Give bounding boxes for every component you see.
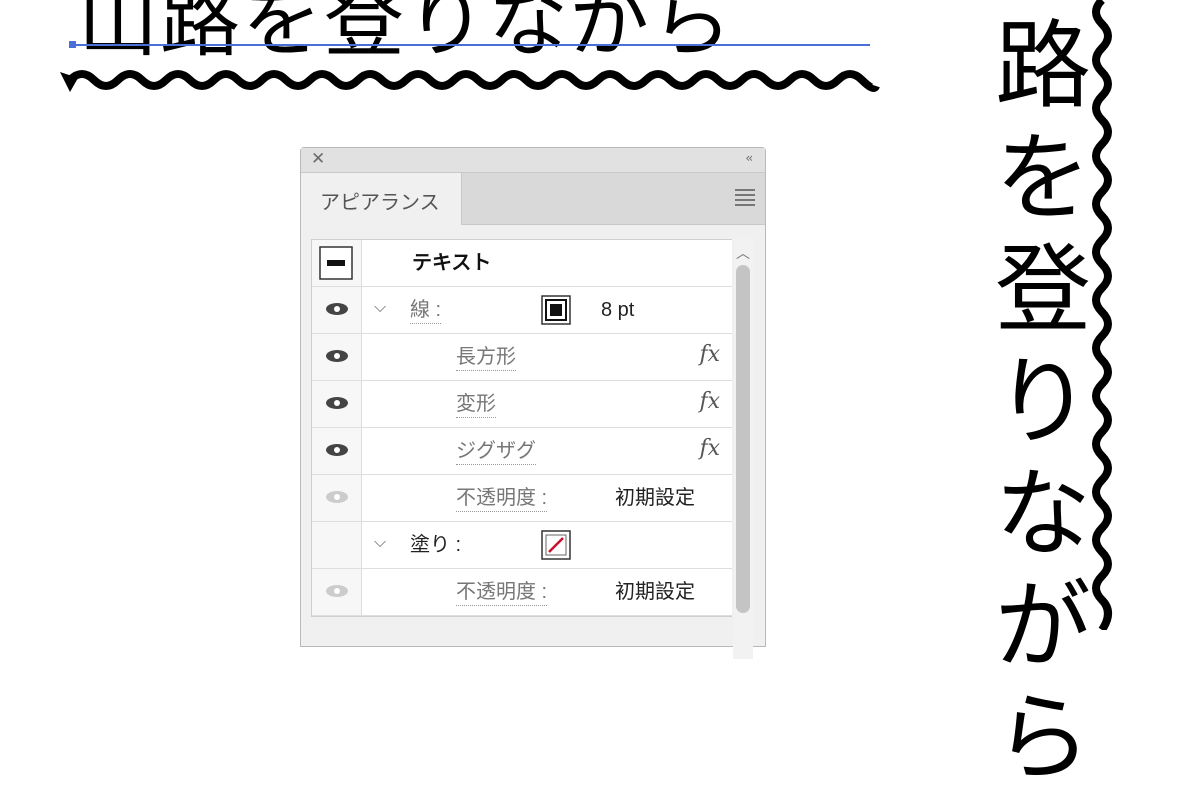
eye-column — [312, 475, 362, 521]
fx-icon[interactable]: fx — [699, 342, 720, 367]
panel-menu-icon[interactable] — [735, 189, 755, 209]
fx-icon[interactable]: fx — [699, 389, 720, 414]
effect-label[interactable]: 変形 — [456, 392, 496, 418]
panel-titlebar[interactable]: ✕ ‹‹ — [301, 148, 765, 173]
effect-label[interactable]: 長方形 — [456, 345, 516, 371]
stroke-weight-value[interactable]: 8 pt — [601, 298, 634, 322]
eye-column — [312, 381, 362, 427]
fx-icon[interactable]: fx — [699, 436, 720, 461]
vertical-char: 路 — [995, 10, 1091, 122]
stroke-row[interactable]: ⌵ 線 : 8 pt — [312, 287, 732, 334]
object-row[interactable]: テキスト — [312, 240, 732, 287]
stroke-opacity-row[interactable]: 不透明度 : 初期設定 — [312, 475, 732, 522]
fill-none-swatch-icon[interactable] — [541, 530, 571, 560]
collapse-icon[interactable]: ‹‹ — [745, 151, 752, 165]
eye-column — [312, 428, 362, 474]
fill-label[interactable]: 塗り : — [410, 533, 461, 557]
effect-row-zigzag[interactable]: ジグザグ fx — [312, 428, 732, 475]
opacity-value: 初期設定 — [615, 581, 695, 603]
text-object-thumbnail-icon — [319, 246, 353, 280]
stroke-label[interactable]: 線 : — [410, 298, 442, 324]
eye-column — [312, 522, 362, 568]
opacity-label[interactable]: 不透明度 : — [456, 486, 548, 512]
eye-icon[interactable] — [325, 348, 349, 364]
eye-icon[interactable] — [325, 489, 349, 505]
vertical-char: な — [995, 458, 1091, 570]
fill-row[interactable]: ⌵ 塗り : — [312, 522, 732, 569]
eye-icon[interactable] — [325, 442, 349, 458]
appearance-panel: ✕ ‹‹ アピアランス テキスト ⌵ 線 : 8 pt 長方形 fx 変形 fx… — [300, 147, 766, 659]
eye-icon[interactable] — [325, 583, 349, 599]
tab-label: アピアランス — [320, 192, 440, 214]
vertical-char: 登 — [995, 234, 1091, 346]
vertical-char: を — [995, 122, 1091, 234]
chevron-down-icon[interactable]: ⌵ — [374, 532, 386, 552]
effect-row-rectangle[interactable]: 長方形 fx — [312, 334, 732, 381]
eye-icon[interactable] — [325, 395, 349, 411]
chevron-up-icon[interactable]: ︿ — [733, 243, 753, 263]
panel-scrollbar[interactable]: ︿ — [733, 239, 753, 659]
fill-opacity-row[interactable]: 不透明度 : 初期設定 — [312, 569, 732, 616]
effect-label[interactable]: ジグザグ — [456, 439, 536, 465]
vertical-char: が — [995, 570, 1091, 682]
vertical-char: ら — [995, 682, 1091, 794]
object-type-label: テキスト — [412, 252, 492, 274]
vertical-text-object[interactable]: 路 を 登 り な が ら — [988, 10, 1098, 794]
opacity-label[interactable]: 不透明度 : — [456, 580, 548, 606]
selection-anchor[interactable] — [69, 41, 76, 48]
vertical-char: り — [995, 346, 1091, 458]
chevron-down-icon[interactable]: ⌵ — [374, 297, 386, 317]
tab-appearance[interactable]: アピアランス — [301, 173, 462, 225]
appearance-list: テキスト ⌵ 線 : 8 pt 長方形 fx 変形 fx ジグザグ fx 不透明… — [311, 239, 732, 617]
eye-column — [312, 287, 362, 333]
opacity-value: 初期設定 — [615, 487, 695, 509]
eye-icon[interactable] — [325, 301, 349, 317]
eye-column — [312, 240, 362, 286]
eye-column — [312, 334, 362, 380]
effect-row-transform[interactable]: 変形 fx — [312, 381, 732, 428]
close-icon[interactable]: ✕ — [311, 149, 325, 169]
panel-tab-strip: アピアランス — [301, 173, 765, 225]
stroke-swatch-icon[interactable] — [541, 295, 571, 325]
zigzag-end-cap — [60, 72, 78, 92]
scrollbar-thumb[interactable] — [736, 265, 750, 613]
horizontal-text-object[interactable]: 山路を登りながら — [78, 0, 734, 72]
eye-column — [312, 569, 362, 615]
horizontal-zigzag-stroke — [67, 70, 880, 92]
